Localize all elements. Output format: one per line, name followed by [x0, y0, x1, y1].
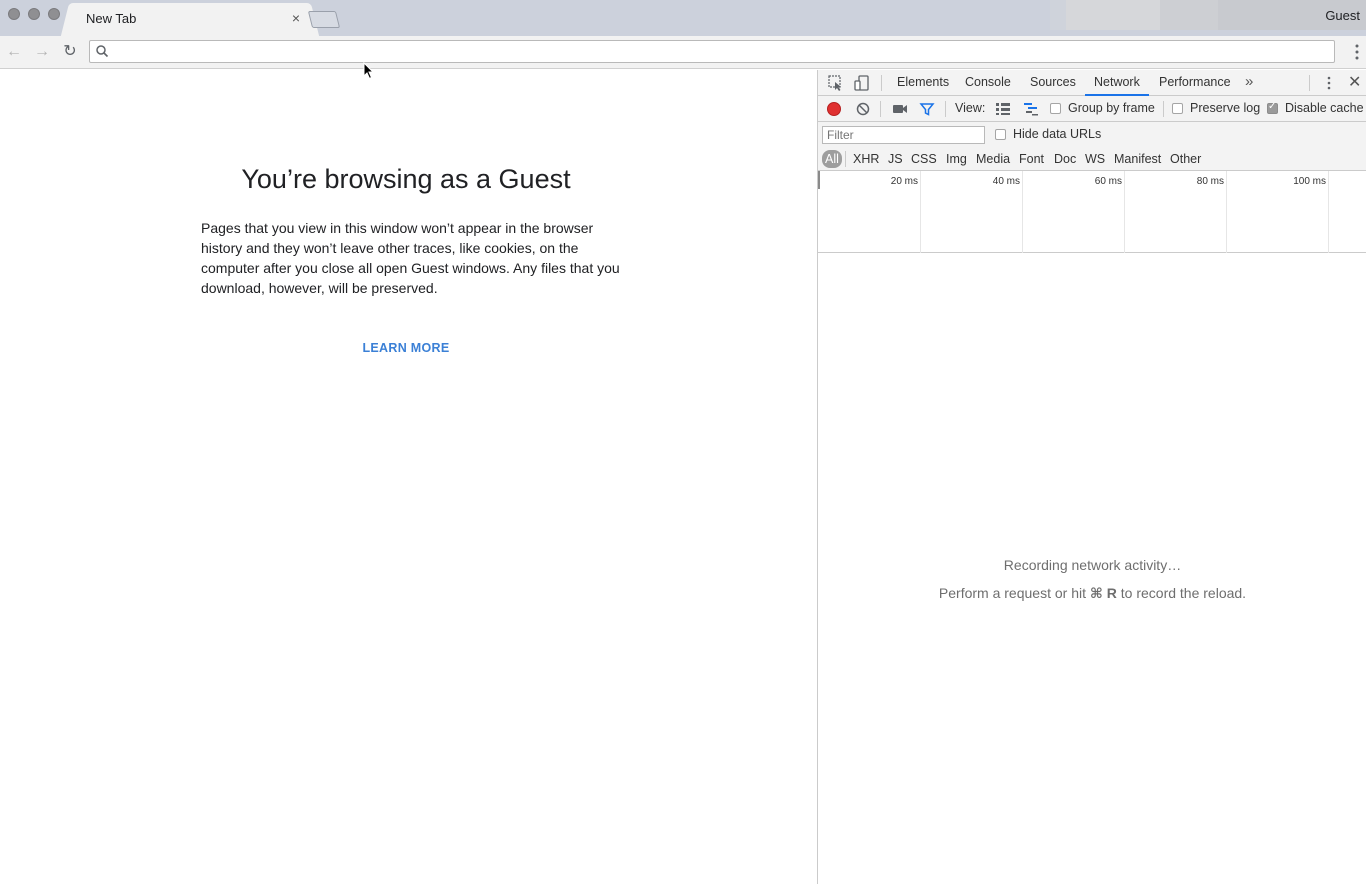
tab-performance[interactable]: Performance	[1159, 70, 1231, 96]
search-icon	[96, 45, 109, 58]
type-filter-ws[interactable]: WS	[1082, 150, 1108, 168]
divider	[845, 151, 846, 167]
timeline-gridline	[920, 171, 921, 253]
network-toolbar: View: Group by frame Preserve log Disabl…	[818, 96, 1366, 122]
tab-close-icon[interactable]: ×	[288, 10, 304, 26]
back-arrow-icon[interactable]: ←	[3, 41, 25, 63]
timeline-gridline	[1328, 171, 1329, 253]
timeline-tick-label: 60 ms	[1094, 176, 1122, 187]
forward-arrow-icon[interactable]: →	[31, 41, 53, 63]
hide-data-urls-label: Hide data URLs	[1013, 127, 1102, 141]
type-filter-all[interactable]: All	[822, 150, 842, 168]
timeline-gridline	[1022, 171, 1023, 253]
more-tabs-icon[interactable]: »	[1245, 73, 1253, 90]
zoom-window-button[interactable]	[48, 8, 60, 20]
inspect-element-icon[interactable]	[827, 74, 845, 92]
type-filter-xhr[interactable]: XHR	[850, 150, 882, 168]
preserve-log-label: Preserve log	[1190, 101, 1261, 115]
reload-icon[interactable]: ↻	[59, 41, 81, 63]
tab-network[interactable]: Network	[1085, 70, 1149, 96]
filter-input[interactable]	[822, 126, 985, 144]
profile-button[interactable]: Guest	[1325, 8, 1360, 23]
close-window-button[interactable]	[8, 8, 20, 20]
timeline-gridline	[1124, 171, 1125, 253]
mouse-pointer-icon	[363, 62, 375, 80]
tab-strip: New Tab × Guest	[0, 0, 1366, 36]
guest-description: Pages that you view in this window won’t…	[201, 220, 620, 296]
strip-decoration	[1160, 0, 1218, 30]
type-filter-other[interactable]: Other	[1167, 150, 1204, 168]
timeline-tick-label: 40 ms	[992, 176, 1020, 187]
type-filter-font[interactable]: Font	[1016, 150, 1047, 168]
network-overview-timeline[interactable]: 20 ms 40 ms 60 ms 80 ms 100 ms	[818, 171, 1366, 253]
strip-decoration	[1050, 0, 1066, 30]
learn-more-link[interactable]: LEARN MORE	[0, 341, 812, 355]
divider	[945, 101, 946, 117]
view-label: View:	[955, 101, 986, 115]
waterfall-view-icon[interactable]	[1023, 102, 1039, 116]
timeline-start-marker	[818, 171, 820, 189]
timeline-tick-label: 80 ms	[1196, 176, 1224, 187]
disable-cache-checkbox[interactable]	[1267, 101, 1278, 114]
recording-status: Recording network activity…	[1003, 557, 1182, 573]
address-input[interactable]	[114, 42, 1314, 61]
tab-title: New Tab	[86, 11, 137, 26]
device-toolbar-icon[interactable]	[853, 74, 871, 92]
filter-bar: Hide data URLs	[818, 122, 1366, 147]
type-filter-doc[interactable]: Doc	[1051, 150, 1079, 168]
divider	[1163, 101, 1164, 117]
strip-decoration	[1066, 0, 1160, 30]
divider	[881, 75, 882, 91]
timeline-tick-label: 100 ms	[1293, 176, 1326, 187]
devtools-tab-bar: Elements Console Sources Network Perform…	[818, 70, 1366, 96]
clear-icon[interactable]	[856, 102, 870, 116]
disable-cache-label: Disable cache	[1285, 101, 1364, 115]
preserve-log-checkbox[interactable]	[1172, 103, 1183, 114]
type-filter-manifest[interactable]: Manifest	[1111, 150, 1164, 168]
divider	[880, 101, 881, 117]
type-filter-css[interactable]: CSS	[908, 150, 940, 168]
new-tab-button[interactable]	[307, 11, 341, 28]
reload-hint-prefix: Perform a request or hit	[938, 585, 1090, 601]
omnibox[interactable]	[89, 40, 1335, 63]
type-filter-img[interactable]: Img	[943, 150, 970, 168]
type-filter-media[interactable]: Media	[973, 150, 1013, 168]
browser-toolbar: ← → ↻	[0, 36, 1366, 69]
divider	[1309, 75, 1310, 91]
page-title: You’re browsing as a Guest	[241, 164, 571, 194]
close-devtools-icon[interactable]: ✕	[1348, 72, 1361, 92]
tab-console[interactable]: Console	[965, 70, 1011, 96]
hide-data-urls-checkbox[interactable]	[995, 129, 1006, 140]
tab-elements[interactable]: Elements	[897, 70, 949, 96]
filter-funnel-icon[interactable]	[919, 101, 935, 117]
type-filter-js[interactable]: JS	[885, 150, 906, 168]
tab-new-tab[interactable]: New Tab ×	[72, 3, 308, 36]
minimize-window-button[interactable]	[28, 8, 40, 20]
timeline-tick-label: 20 ms	[890, 176, 918, 187]
group-by-frame-label: Group by frame	[1068, 101, 1155, 115]
devtools-panel: Elements Console Sources Network Perform…	[817, 70, 1366, 884]
reload-hint-suffix: to record the reload.	[1116, 585, 1247, 601]
reload-hint: Perform a request or hit ⌘ R to record t…	[818, 585, 1366, 602]
devtools-menu-icon[interactable]	[1326, 75, 1332, 91]
resource-type-filters: All XHR JS CSS Img Media Font Doc WS Man…	[818, 147, 1366, 171]
record-icon[interactable]	[827, 102, 841, 116]
screenshot-camera-icon[interactable]	[892, 103, 908, 115]
guest-page: You’re browsing as a Guest Pages that yo…	[0, 62, 817, 884]
large-rows-icon[interactable]	[995, 102, 1011, 116]
timeline-gridline	[1226, 171, 1227, 253]
group-by-frame-checkbox[interactable]	[1050, 103, 1061, 114]
browser-menu-icon[interactable]	[1354, 42, 1360, 62]
tab-sources[interactable]: Sources	[1030, 70, 1076, 96]
reload-shortcut: ⌘ R	[1089, 585, 1117, 601]
